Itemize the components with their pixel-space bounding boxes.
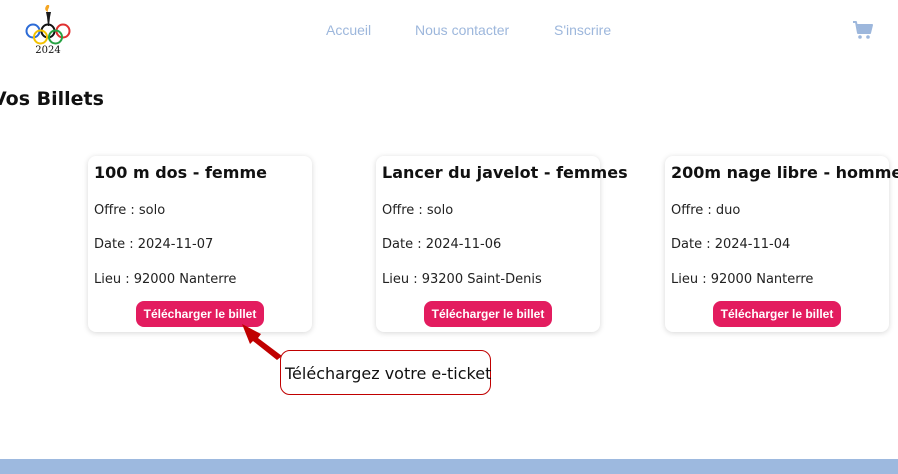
ticket-location: Lieu : 92000 Nanterre bbox=[671, 272, 814, 287]
logo-year: 2024 bbox=[35, 45, 60, 56]
ticket-offer: Offre : solo bbox=[94, 203, 166, 218]
annotation-callout: Téléchargez votre e-ticket bbox=[280, 350, 491, 395]
nav-link-accueil[interactable]: Accueil bbox=[326, 22, 371, 38]
ticket-offer: Offre : duo bbox=[671, 203, 741, 218]
download-ticket-button[interactable]: Télécharger le billet bbox=[424, 301, 552, 327]
ticket-card: 200m nage libre - hommes Offre : duo Dat… bbox=[665, 156, 898, 332]
ticket-date: Date : 2024-11-07 bbox=[94, 237, 214, 252]
ticket-date: Date : 2024-11-06 bbox=[382, 237, 502, 252]
pointer-arrow-icon bbox=[238, 320, 286, 362]
ticket-card: Lancer du javelot - femmes Offre : solo … bbox=[376, 156, 628, 332]
shopping-cart-icon[interactable] bbox=[852, 19, 874, 41]
annotation-text: Téléchargez votre e-ticket bbox=[285, 364, 492, 383]
ticket-title: 200m nage libre - hommes bbox=[671, 163, 898, 182]
nav-link-register[interactable]: S'inscrire bbox=[554, 22, 611, 38]
nav-link-contact[interactable]: Nous contacter bbox=[415, 22, 509, 38]
navbar: 2024 Accueil Nous contacter S'inscrire bbox=[0, 0, 898, 64]
download-ticket-button[interactable]: Télécharger le billet bbox=[713, 301, 841, 327]
ticket-title: 100 m dos - femme bbox=[94, 163, 267, 182]
ticket-date: Date : 2024-11-04 bbox=[671, 237, 791, 252]
page-title: Vos Billets bbox=[0, 88, 104, 110]
ticket-location: Lieu : 93200 Saint-Denis bbox=[382, 272, 542, 287]
footer-bar bbox=[0, 459, 898, 474]
ticket-card: 100 m dos - femme Offre : solo Date : 20… bbox=[88, 156, 312, 332]
ticket-offer: Offre : solo bbox=[382, 203, 454, 218]
torch-icon bbox=[45, 5, 51, 26]
ticket-location: Lieu : 92000 Nanterre bbox=[94, 272, 237, 287]
ticket-title: Lancer du javelot - femmes bbox=[382, 163, 628, 182]
olympic-logo[interactable]: 2024 bbox=[22, 4, 76, 58]
